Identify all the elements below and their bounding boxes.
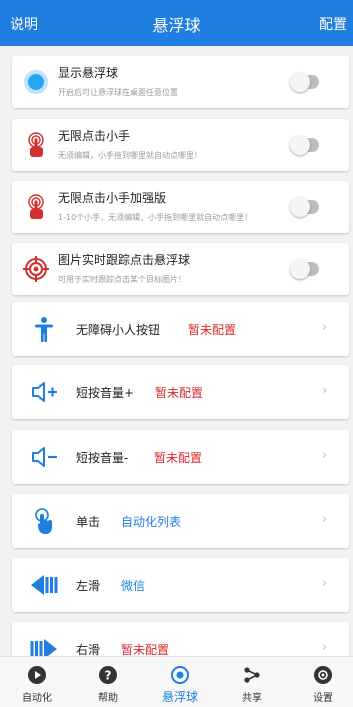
chevron-right-icon: › — [322, 576, 327, 590]
action-row-single-tap[interactable]: 单击 自动化列表 › — [12, 494, 349, 548]
tab-automation[interactable]: 自动化 — [2, 657, 72, 707]
volume-down-icon — [32, 447, 57, 467]
volume-up-icon — [32, 382, 57, 402]
tap-hand-plus-icon — [28, 194, 44, 219]
tab-settings[interactable]: 设置 — [288, 657, 353, 707]
tab-label: 自动化 — [22, 693, 52, 704]
toggle-title: 图片实时跟踪点击悬浮球 — [58, 253, 191, 267]
page-title: 悬浮球 — [152, 16, 201, 35]
tab-label: 悬浮球 — [161, 690, 198, 704]
action-row-swipe-left[interactable]: 左滑 微信 › — [12, 558, 349, 612]
svg-text:?: ? — [105, 669, 112, 683]
action-label: 右滑 — [76, 643, 101, 656]
help-icon: ? — [99, 666, 117, 684]
chevron-right-icon: › — [322, 320, 327, 334]
chevron-right-icon: › — [322, 383, 327, 397]
action-value: 暂未配置 — [188, 323, 237, 337]
tab-float-ball[interactable]: 悬浮球 — [145, 657, 215, 707]
toggle-title: 无限点击小手 — [58, 129, 131, 143]
swipe-left-icon — [31, 575, 58, 595]
float-ball-icon — [171, 666, 189, 684]
chevron-right-icon: › — [322, 640, 327, 654]
chevron-right-icon: › — [322, 512, 327, 526]
toggle-subtitle: 开启后可让悬浮球在桌面任意位置 — [58, 88, 178, 97]
toggle-subtitle: 无须编辑，小手拖到哪里就自动点哪里！ — [58, 151, 202, 160]
action-row-volume-down[interactable]: 短按音量- 暂未配置 › — [12, 430, 349, 484]
accessibility-icon — [35, 317, 53, 342]
play-icon — [28, 666, 46, 684]
image-track-switch[interactable] — [290, 259, 319, 279]
toggle-title: 无限点击小手加强版 — [58, 191, 167, 205]
toggle-subtitle: 可用于实时跟踪点击某个目标图片！ — [58, 275, 186, 284]
swipe-right-icon — [30, 639, 57, 656]
tab-label: 共享 — [242, 693, 262, 704]
action-value: 暂未配置 — [121, 643, 170, 656]
action-label: 单击 — [76, 515, 101, 529]
show-bubble-switch[interactable] — [290, 72, 319, 92]
bottom-tab-bar: 自动化 ? 帮助 悬浮球 共享 设置 — [0, 656, 353, 707]
tab-share[interactable]: 共享 — [217, 657, 287, 707]
config-link[interactable]: 配置 — [319, 14, 347, 34]
toggle-row-show-bubble[interactable]: 显示悬浮球 开启后可让悬浮球在桌面任意位置 — [12, 56, 349, 108]
action-label: 无障碍小人按钮 — [76, 323, 161, 337]
action-row-swipe-right[interactable]: 右滑 暂未配置 › — [12, 622, 349, 656]
settings-list[interactable]: 显示悬浮球 开启后可让悬浮球在桌面任意位置 无限点击小手 无须编辑，小手拖到哪里… — [0, 46, 353, 656]
toggle-subtitle: 1-10个小手，无须编辑，小手拖到哪里就自动点哪里！ — [58, 213, 253, 222]
action-row-accessibility[interactable]: 无障碍小人按钮 暂未配置 › — [12, 302, 349, 356]
tab-help[interactable]: ? 帮助 — [73, 657, 143, 707]
action-value: 自动化列表 — [121, 515, 182, 529]
action-label: 短按音量+ — [76, 386, 135, 400]
toggle-row-tap-hand[interactable]: 无限点击小手 无须编辑，小手拖到哪里就自动点哪里！ — [12, 119, 349, 171]
tab-label: 帮助 — [98, 693, 118, 704]
action-value: 微信 — [121, 579, 146, 593]
action-value: 暂未配置 — [154, 451, 203, 465]
action-value: 暂未配置 — [155, 386, 204, 400]
tap-hand-switch[interactable] — [290, 135, 319, 155]
tap-hand-plus-switch[interactable] — [290, 197, 319, 217]
toggle-row-tap-hand-plus[interactable]: 无限点击小手加强版 1-10个小手，无须编辑，小手拖到哪里就自动点哪里！ — [12, 181, 349, 233]
bubble-icon — [24, 70, 48, 94]
target-icon — [23, 256, 49, 282]
single-tap-icon — [35, 508, 52, 534]
toggle-title: 显示悬浮球 — [58, 66, 119, 80]
action-row-volume-up[interactable]: 短按音量+ 暂未配置 › — [12, 365, 349, 419]
tab-label: 设置 — [313, 693, 333, 704]
top-bar: 说明 悬浮球 配置 — [0, 0, 353, 46]
toggle-row-image-track[interactable]: 图片实时跟踪点击悬浮球 可用于实时跟踪点击某个目标图片！ — [12, 243, 349, 295]
tap-hand-icon — [28, 132, 44, 157]
chevron-right-icon: › — [322, 448, 327, 462]
settings-icon — [314, 666, 332, 684]
action-label: 短按音量- — [76, 451, 129, 465]
action-label: 左滑 — [76, 579, 101, 593]
share-icon — [244, 667, 260, 683]
